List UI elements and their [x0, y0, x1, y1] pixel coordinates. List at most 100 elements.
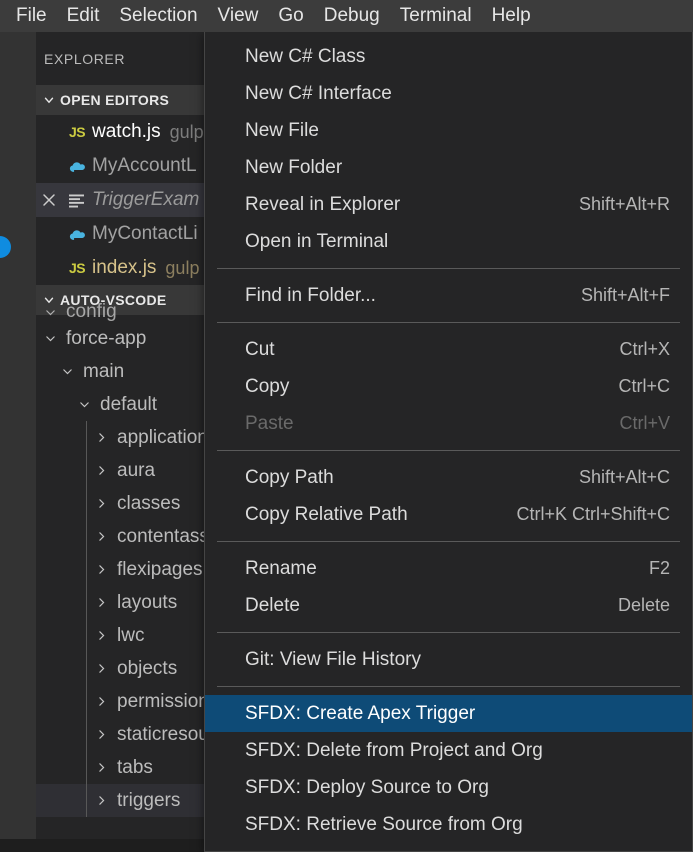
chevron-right-icon[interactable] — [91, 530, 111, 543]
chevron-down-icon[interactable] — [74, 398, 94, 411]
menu-item-sfdx-create-apex-trigger[interactable]: SFDX: Create Apex Trigger — [205, 695, 692, 732]
open-editor-row[interactable]: MyAccountL — [36, 149, 206, 183]
chevron-right-icon[interactable] — [91, 794, 111, 807]
menu-item-label: Copy — [245, 375, 290, 397]
tree-item-label: force-app — [66, 327, 147, 349]
chevron-right-icon[interactable] — [91, 761, 111, 774]
menu-item-new-file[interactable]: New File — [205, 112, 692, 149]
menu-separator — [217, 686, 680, 687]
tree-item-main[interactable]: main — [36, 355, 206, 388]
chevron-right-icon[interactable] — [91, 629, 111, 642]
menu-item-label: New C# Class — [245, 45, 366, 67]
tree-item-objects[interactable]: objects — [36, 652, 206, 685]
tree-item-permissionsets[interactable]: permissionsets — [36, 685, 206, 718]
tree-item-label: layouts — [117, 591, 178, 613]
menu-item-reveal-in-explorer[interactable]: Reveal in Explorer Shift+Alt+R — [205, 186, 692, 223]
chevron-down-icon[interactable] — [40, 332, 60, 345]
explorer-sidebar[interactable]: EXPLORER OPEN EDITORS JS watch.js gulp M… — [36, 32, 206, 839]
open-editor-filename: index.js — [92, 257, 157, 278]
context-menu[interactable]: New C# Class New C# Interface New File New … — [204, 32, 693, 852]
menu-separator — [217, 268, 680, 269]
tree-item-staticresources[interactable]: staticresources — [36, 718, 206, 751]
tree-indent-guide — [86, 421, 87, 454]
open-editor-row[interactable]: MyContactLi — [36, 217, 206, 251]
menu-item-shortcut: Delete — [617, 595, 670, 615]
menu-item-shortcut: Ctrl+V — [619, 413, 670, 433]
menu-item-new-c-interface[interactable]: New C# Interface — [205, 75, 692, 112]
open-editor-row-active[interactable]: TriggerExam — [36, 183, 206, 217]
menu-item-open-in-terminal[interactable]: Open in Terminal — [205, 223, 692, 260]
menu-item-git-view-file-history[interactable]: Git: View File History — [205, 641, 692, 678]
chevron-down-icon[interactable] — [57, 365, 77, 378]
tree-item-config[interactable]: config — [36, 301, 206, 322]
menu-item-cut[interactable]: Cut Ctrl+X — [205, 331, 692, 368]
menu-item-copy[interactable]: Copy Ctrl+C — [205, 368, 692, 405]
tree-item-classes[interactable]: classes — [36, 487, 206, 520]
tree-item-label: flexipages — [117, 558, 203, 580]
salesforce-cloud-icon — [62, 227, 92, 242]
menubar-item-terminal[interactable]: Terminal — [390, 1, 482, 31]
chevron-right-icon[interactable] — [91, 728, 111, 741]
text-lines-icon — [62, 192, 92, 208]
open-editor-row[interactable]: JS index.js gulp — [36, 251, 206, 285]
tree-item-contentassets[interactable]: contentassets — [36, 520, 206, 553]
activity-bar[interactable] — [0, 32, 36, 839]
tree-item-label: contentassets — [117, 525, 206, 547]
open-editor-folder: gulp — [169, 121, 204, 142]
menu-item-label: SFDX: Retrieve Source from Org — [245, 813, 523, 835]
tree-item-label: applications — [117, 426, 206, 448]
chevron-right-icon[interactable] — [91, 431, 111, 444]
menu-item-sfdx-delete-from-project-and-org[interactable]: SFDX: Delete from Project and Org — [205, 732, 692, 769]
menu-separator — [217, 322, 680, 323]
close-icon[interactable] — [36, 192, 62, 208]
menu-item-copy-relative-path[interactable]: Copy Relative Path Ctrl+K Ctrl+Shift+C — [205, 496, 692, 533]
menu-item-sfdx-retrieve-source-from-org[interactable]: SFDX: Retrieve Source from Org — [205, 806, 692, 843]
menu-item-shortcut: Ctrl+K Ctrl+Shift+C — [516, 504, 670, 524]
chevron-right-icon[interactable] — [91, 464, 111, 477]
menubar-item-edit[interactable]: Edit — [57, 1, 110, 31]
open-editor-filename: MyAccountL — [92, 155, 197, 176]
tree-item-label: aura — [117, 459, 156, 481]
open-editor-row[interactable]: JS watch.js gulp — [36, 115, 206, 149]
open-editor-filename: TriggerExam — [92, 189, 200, 210]
section-header-open-editors[interactable]: OPEN EDITORS — [36, 85, 206, 115]
menu-item-find-in-folder[interactable]: Find in Folder... Shift+Alt+F — [205, 277, 692, 314]
menu-item-delete[interactable]: Delete Delete — [205, 587, 692, 624]
menu-item-new-folder[interactable]: New Folder — [205, 149, 692, 186]
chevron-right-icon[interactable] — [91, 662, 111, 675]
chevron-down-icon[interactable] — [40, 306, 60, 319]
tree-item-label: triggers — [117, 789, 181, 811]
tree-item-label: tabs — [117, 756, 153, 778]
chevron-right-icon[interactable] — [91, 563, 111, 576]
tree-item-force-app[interactable]: force-app — [36, 322, 206, 355]
tree-item-tabs[interactable]: tabs — [36, 751, 206, 784]
chevron-right-icon[interactable] — [91, 695, 111, 708]
tree-item-lwc[interactable]: lwc — [36, 619, 206, 652]
menu-item-rename[interactable]: Rename F2 — [205, 550, 692, 587]
tree-item-applications[interactable]: applications — [36, 421, 206, 454]
tree-item-default[interactable]: default — [36, 388, 206, 421]
open-editor-filename: watch.js — [92, 121, 161, 142]
menubar-item-help[interactable]: Help — [482, 1, 541, 31]
menu-item-copy-path[interactable]: Copy Path Shift+Alt+C — [205, 459, 692, 496]
menubar-item-debug[interactable]: Debug — [314, 1, 390, 31]
chevron-right-icon[interactable] — [91, 596, 111, 609]
menu-item-label: Copy Relative Path — [245, 503, 408, 525]
menu-item-new-c-class[interactable]: New C# Class — [205, 38, 692, 75]
menu-item-sfdx-deploy-source-to-org[interactable]: SFDX: Deploy Source to Org — [205, 769, 692, 806]
open-editor-folder: gulp — [165, 257, 200, 278]
tree-item-aura[interactable]: aura — [36, 454, 206, 487]
menubar-item-go[interactable]: Go — [268, 1, 313, 31]
file-tree[interactable]: config force-app main default applications au… — [36, 301, 206, 817]
tree-item-triggers[interactable]: triggers — [36, 784, 206, 817]
tree-item-flexipages[interactable]: flexipages — [36, 553, 206, 586]
tree-item-layouts[interactable]: layouts — [36, 586, 206, 619]
menubar-item-view[interactable]: View — [207, 1, 269, 31]
tree-item-label: default — [100, 393, 158, 415]
menubar-item-selection[interactable]: Selection — [109, 1, 207, 31]
menu-item-paste: Paste Ctrl+V — [205, 405, 692, 442]
menu-item-label: SFDX: Deploy Source to Org — [245, 776, 489, 798]
menubar-item-file[interactable]: File — [6, 1, 57, 31]
chevron-right-icon[interactable] — [91, 497, 111, 510]
tree-indent-guide — [86, 487, 87, 520]
